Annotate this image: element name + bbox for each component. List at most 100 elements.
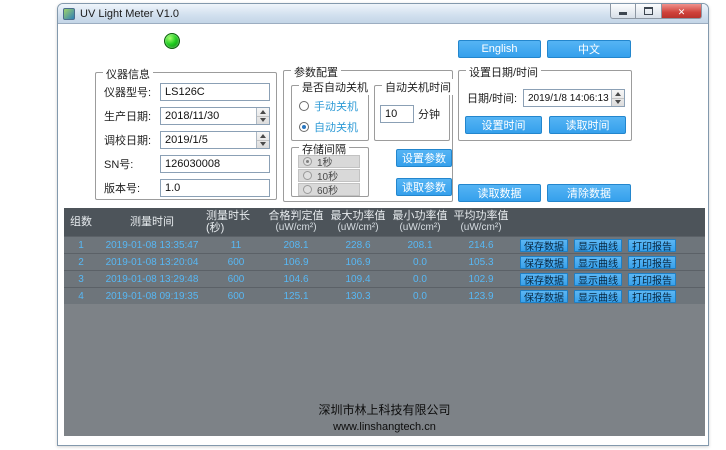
cell-actions: 保存数据 显示曲线 打印报告 [512,256,705,269]
clear-data-button[interactable]: 清除数据 [547,184,631,202]
show-curve-button[interactable]: 显示曲线 [574,290,622,303]
datetime-label: 日期/时间: [467,90,523,106]
params-title: 参数配置 [291,64,341,80]
interval-60s-option[interactable]: 60秒 [298,183,360,196]
col-avg: 平均功率值(uW/cm²) [450,210,512,234]
cell-avg: 214.6 [450,240,512,251]
show-curve-button[interactable]: 显示曲线 [574,239,622,252]
cell-group: 3 [64,274,98,285]
auto-off-group: 是否自动关机 手动关机 自动关机 [291,85,369,141]
save-data-button[interactable]: 保存数据 [520,273,568,286]
version-label: 版本号: [104,180,160,196]
cell-avg: 102.9 [450,274,512,285]
device-model-field[interactable]: LS126C [160,83,270,101]
auto-off-time-input[interactable]: 10 [380,105,414,123]
save-data-button[interactable]: 保存数据 [520,256,568,269]
auto-off-option[interactable]: 自动关机 [299,119,358,135]
calibration-date-row: 调校日期: 2019/1/5 [104,131,270,149]
window-title: UV Light Meter V1.0 [80,8,179,20]
spinner-down-icon[interactable] [612,99,624,107]
production-date-row: 生产日期: 2018/11/30 [104,107,270,125]
english-button[interactable]: English [458,40,541,58]
interval-60s-radio[interactable] [303,185,312,194]
read-time-button[interactable]: 读取时间 [549,116,626,134]
interval-10s-option[interactable]: 10秒 [298,169,360,182]
interval-60s-label: 60秒 [317,182,338,197]
print-report-button[interactable]: 打印报告 [628,290,676,303]
minutes-label: 分钟 [418,106,440,122]
datetime-input[interactable]: 2019/1/8 14:06:13 [523,89,625,107]
production-date-label: 生产日期: [104,108,160,124]
maximize-button[interactable] [636,4,662,19]
read-params-button[interactable]: 读取参数 [396,178,452,196]
print-report-button[interactable]: 打印报告 [628,239,676,252]
storage-interval-group: 存储间隔 1秒 10秒 60秒 [291,147,369,197]
save-data-button[interactable]: 保存数据 [520,239,568,252]
app-icon [63,8,75,20]
close-button[interactable] [662,4,702,19]
calibration-date-field[interactable]: 2019/1/5 [160,131,270,149]
show-curve-button[interactable]: 显示曲线 [574,273,622,286]
cell-actions: 保存数据 显示曲线 打印报告 [512,273,705,286]
cell-actions: 保存数据 显示曲线 打印报告 [512,239,705,252]
interval-10s-label: 10秒 [317,168,338,183]
manual-off-label: 手动关机 [314,98,358,114]
table-row: 3 2019-01-08 13:29:48 600 104.6 109.4 0.… [64,270,705,287]
auto-off-time-group: 自动关机时间 10 分钟 [374,85,450,141]
set-params-button[interactable]: 设置参数 [396,149,452,167]
production-date-spinner[interactable] [256,108,269,124]
device-info-group: 仪器信息 仪器型号: LS126C 生产日期: 2018/11/30 调校日期:… [95,72,277,200]
minimize-button[interactable] [610,4,636,19]
production-date-field[interactable]: 2018/11/30 [160,107,270,125]
interval-1s-option[interactable]: 1秒 [298,155,360,168]
calibration-date-spinner[interactable] [256,132,269,148]
print-report-button[interactable]: 打印报告 [628,256,676,269]
interval-1s-label: 1秒 [317,154,333,169]
auto-off-group-title: 是否自动关机 [299,79,371,95]
close-icon [678,2,686,20]
cell-max: 109.4 [326,274,390,285]
spinner-up-icon[interactable] [257,108,269,117]
auto-off-radio[interactable] [299,122,309,132]
cell-avg: 105.3 [450,257,512,268]
datetime-row: 日期/时间: 2019/1/8 14:06:13 [467,89,625,107]
set-time-button[interactable]: 设置时间 [465,116,542,134]
col-group: 组数 [64,216,98,228]
print-report-button[interactable]: 打印报告 [628,273,676,286]
auto-off-label: 自动关机 [314,119,358,135]
cell-actions: 保存数据 显示曲线 打印报告 [512,290,705,303]
cell-avg: 123.9 [450,291,512,302]
window-controls [610,4,702,19]
cell-qualified: 104.6 [266,274,326,285]
version-field[interactable]: 1.0 [160,179,270,197]
spinner-down-icon[interactable] [257,117,269,125]
col-duration: 测量时长(秒) [206,210,266,234]
table-row: 1 2019-01-08 13:35:47 11 208.1 228.6 208… [64,236,705,253]
app-window: UV Light Meter V1.0 English 中文 仪器信息 仪器型号… [57,3,709,446]
interval-10s-radio[interactable] [303,171,312,180]
serial-number-field[interactable]: 126030008 [160,155,270,173]
interval-1s-radio[interactable] [303,157,312,166]
manual-off-option[interactable]: 手动关机 [299,98,358,114]
serial-number-label: SN号: [104,156,160,172]
manual-off-radio[interactable] [299,101,309,111]
chinese-button[interactable]: 中文 [547,40,631,58]
device-model-row: 仪器型号: LS126C [104,83,270,101]
spinner-down-icon[interactable] [257,141,269,149]
spinner-up-icon[interactable] [257,132,269,141]
col-max: 最大功率值(uW/cm²) [326,210,390,234]
cell-group: 2 [64,257,98,268]
spinner-up-icon[interactable] [612,90,624,99]
calibration-date-label: 调校日期: [104,132,160,148]
cell-min: 208.1 [390,240,450,251]
table-row: 2 2019-01-08 13:20:04 600 106.9 106.9 0.… [64,253,705,270]
datetime-spinner[interactable] [611,90,624,106]
cell-time: 2019-01-08 13:20:04 [98,257,206,268]
read-data-button[interactable]: 读取数据 [458,184,541,202]
cell-qualified: 208.1 [266,240,326,251]
cell-duration: 11 [206,240,266,251]
cell-duration: 600 [206,291,266,302]
maximize-icon [644,7,653,15]
show-curve-button[interactable]: 显示曲线 [574,256,622,269]
save-data-button[interactable]: 保存数据 [520,290,568,303]
